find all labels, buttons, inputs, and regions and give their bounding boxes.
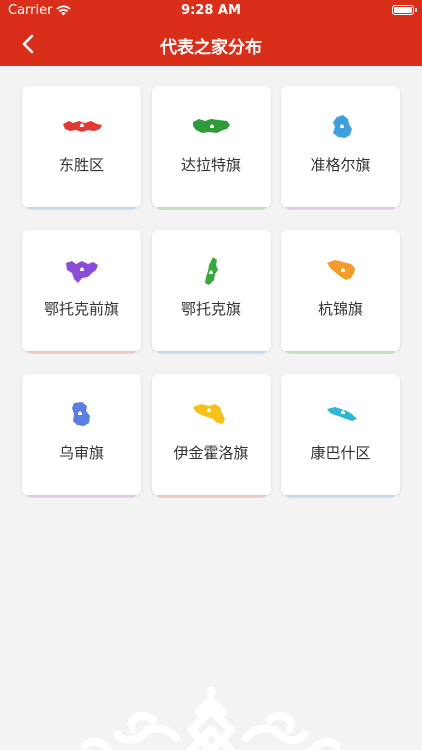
map-dongsheng-icon xyxy=(62,121,102,132)
region-card-yijinhuoluo[interactable]: 伊金霍洛旗 xyxy=(151,374,271,498)
region-label: 东胜区 xyxy=(58,156,104,174)
region-label: 乌审旗 xyxy=(58,444,104,462)
region-label: 准格尔旗 xyxy=(310,156,371,174)
card-accent-bar xyxy=(26,204,137,210)
region-card-wushen[interactable]: 乌审旗 xyxy=(22,374,141,498)
region-card-etuokeqian[interactable]: 鄂托克前旗 xyxy=(22,230,141,354)
region-card-dongsheng[interactable]: 东胜区 xyxy=(22,86,141,210)
region-card-etuoke[interactable]: 鄂托克旗 xyxy=(151,230,271,354)
status-time: 9:28 AM xyxy=(181,3,241,18)
map-hangjin-icon xyxy=(326,260,355,280)
region-card-dalate[interactable]: 达拉特旗 xyxy=(151,86,271,210)
map-kangbashi-icon xyxy=(326,407,357,421)
map-zhungeer-icon xyxy=(332,115,352,138)
map-etuoke-icon xyxy=(205,257,218,285)
card-accent-bar xyxy=(26,492,137,498)
map-yijinhuoluo-icon xyxy=(193,404,225,424)
page-title: 代表之家分布 xyxy=(160,38,262,58)
battery-icon xyxy=(392,5,417,15)
card-accent-bar xyxy=(26,348,137,354)
map-dalate-icon xyxy=(193,119,230,133)
region-label: 康巴什区 xyxy=(310,444,371,462)
region-label: 杭锦旗 xyxy=(317,300,363,318)
region-card-zhungeer[interactable]: 准格尔旗 xyxy=(281,86,400,210)
status-bar: Carrier 9:28 AM xyxy=(0,0,422,22)
region-grid: 东胜区 达拉特旗 准格尔旗 鄂托克前旗 鄂托克旗 杭锦旗 乌审旗 伊金霍洛旗 康… xyxy=(22,86,400,498)
region-card-kangbashi[interactable]: 康巴什区 xyxy=(281,374,400,498)
card-accent-bar xyxy=(285,348,396,354)
map-wushen-icon xyxy=(71,402,90,426)
decorative-knot-pattern xyxy=(81,687,341,750)
region-label: 鄂托克前旗 xyxy=(43,300,119,318)
region-card-hangjin[interactable]: 杭锦旗 xyxy=(281,230,400,354)
card-accent-bar xyxy=(285,492,396,498)
region-label: 达拉特旗 xyxy=(180,156,241,174)
navigation-bar: 代表之家分布 xyxy=(0,22,422,66)
card-accent-bar xyxy=(155,348,267,354)
card-accent-bar xyxy=(285,204,396,210)
region-label: 鄂托克旗 xyxy=(180,300,241,318)
card-accent-bar xyxy=(155,204,267,210)
region-label: 伊金霍洛旗 xyxy=(173,444,249,462)
card-accent-bar xyxy=(155,492,267,498)
map-etuokeqian-icon xyxy=(65,261,98,283)
